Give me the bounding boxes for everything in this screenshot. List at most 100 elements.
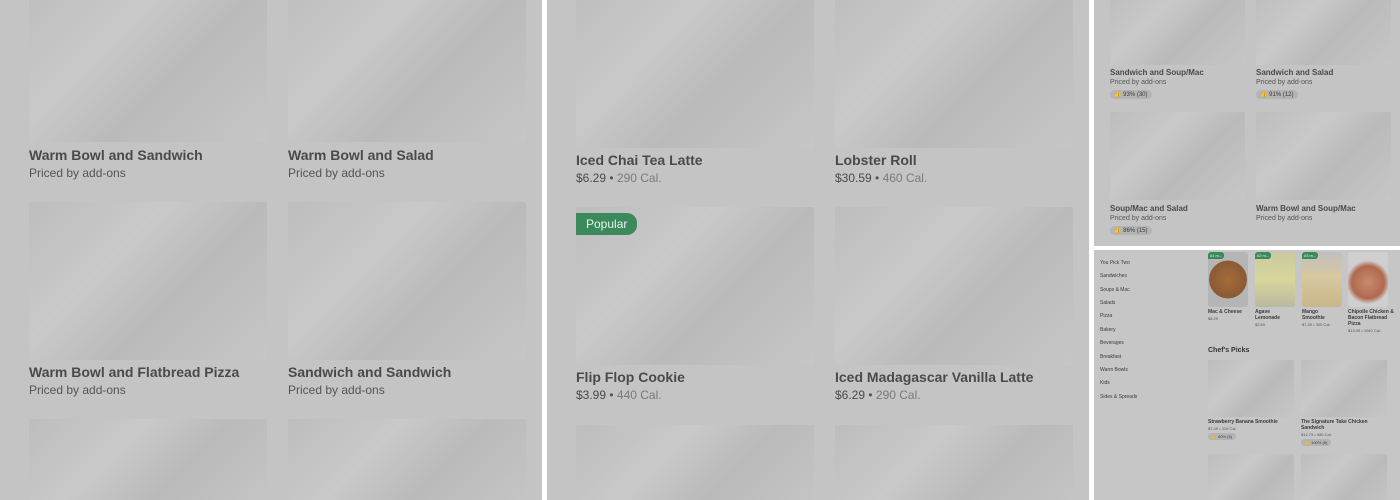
item-image[interactable] <box>835 425 1073 500</box>
nav-item-kids[interactable]: Kids <box>1100 380 1110 386</box>
item-price-text: Priced by add-ons <box>1256 215 1313 222</box>
item-title[interactable]: Soup/Mac and Salad <box>1110 204 1188 213</box>
calories: 460 Cal. <box>882 171 928 185</box>
item-title[interactable]: Mac & Cheese <box>1208 309 1248 315</box>
popular-badge: Popular <box>576 213 638 235</box>
rating-text: 100% (8) <box>1311 440 1328 445</box>
price: $6.29 <box>576 171 607 185</box>
menu-panel-combos: Warm Bowl and Sandwich Priced by add-ons… <box>0 0 542 500</box>
item-price: $12.79 • 980 Cal. <box>1301 432 1332 437</box>
item-image[interactable] <box>1256 0 1391 65</box>
item-price-text: Priced by add-ons <box>288 166 385 180</box>
item-title[interactable]: Lobster Roll <box>835 152 917 168</box>
item-title[interactable]: Sandwich and Salad <box>1256 68 1333 77</box>
item-price: $7.49 • 310 Cal. <box>1208 426 1237 431</box>
nav-item-salads[interactable]: Salads <box>1100 300 1115 306</box>
item-price-text: Priced by add-ons <box>288 383 385 397</box>
nav-item-sandwiches[interactable]: Sandwiches <box>1100 273 1127 279</box>
nav-item-beverages[interactable]: Beverages <box>1100 340 1124 346</box>
item-title[interactable]: Mango Smoothie <box>1302 309 1342 321</box>
item-price: $6.29 • 290 Cal. <box>835 388 921 402</box>
item-image[interactable] <box>1301 454 1387 500</box>
item-price: $3.69 <box>1255 322 1266 327</box>
item-price-text: Priced by add-ons <box>29 166 126 180</box>
menu-panel-pick-two: Sandwich and Soup/Mac Priced by add-ons … <box>1094 0 1400 246</box>
item-price: $6.29 • 290 Cal. <box>576 171 662 185</box>
price: $6.29 <box>835 388 866 402</box>
rating-text: 93% (30) <box>1123 92 1148 98</box>
price: $12.79 <box>1301 432 1314 437</box>
rating-text: 86% (15) <box>1123 228 1148 234</box>
item-image[interactable] <box>576 425 814 500</box>
item-image[interactable] <box>288 202 526 360</box>
item-title[interactable]: Warm Bowl and Soup/Mac <box>1256 204 1356 213</box>
item-image[interactable] <box>29 419 267 500</box>
item-image[interactable] <box>29 202 267 360</box>
calories: 310 Cal. <box>1221 426 1237 431</box>
item-image[interactable] <box>835 207 1073 365</box>
item-image[interactable] <box>1110 112 1245 200</box>
item-image-flatbread[interactable] <box>1348 252 1388 307</box>
calories: 300 Cal. <box>1315 322 1331 327</box>
rating-badge: 👍 93% (30) <box>1110 90 1152 99</box>
price: $7.49 <box>1208 426 1219 431</box>
item-title[interactable]: Warm Bowl and Salad <box>288 147 434 163</box>
item-title[interactable]: Agave Lemonade <box>1255 309 1295 321</box>
thumbs-up-icon: 👍 <box>1114 92 1122 98</box>
nav-item-sides[interactable]: Sides & Spreads <box>1100 394 1137 400</box>
item-image-mac-cheese[interactable]: #1 m... <box>1208 252 1248 307</box>
item-image[interactable] <box>1301 360 1387 417</box>
nav-item-bakery[interactable]: Bakery <box>1100 327 1116 333</box>
item-title[interactable]: Flip Flop Cookie <box>576 369 685 385</box>
price: $3.99 <box>576 388 607 402</box>
item-title[interactable]: Sandwich and Soup/Mac <box>1110 68 1204 77</box>
item-title[interactable]: Chipotle Chicken & Bacon Flatbread Pizza <box>1348 309 1396 327</box>
rating-badge: 👍 86% (15) <box>1110 226 1152 235</box>
thumbs-up-icon: 👍 <box>1114 228 1122 234</box>
nav-item-breakfast[interactable]: Breakfast <box>1100 354 1121 360</box>
price: $7.49 <box>1302 322 1313 327</box>
item-image[interactable] <box>1208 454 1294 500</box>
nav-item-warm-bowls[interactable]: Warm Bowls <box>1100 367 1128 373</box>
item-image[interactable] <box>29 0 267 142</box>
rating-badge: 👍 80% (5) <box>1208 433 1237 440</box>
item-price: $13.09 • 1040 Cal. <box>1348 328 1381 333</box>
menu-panel-items: Iced Chai Tea Latte $6.29 • 290 Cal. Lob… <box>547 0 1089 500</box>
item-price-text: Priced by add-ons <box>1110 215 1167 222</box>
nav-item-soups-mac[interactable]: Soups & Mac <box>1100 287 1130 293</box>
item-image[interactable] <box>288 419 526 500</box>
item-title[interactable]: Warm Bowl and Sandwich <box>29 147 203 163</box>
item-image[interactable] <box>288 0 526 142</box>
nav-item-pizza[interactable]: Pizza <box>1100 313 1112 319</box>
menu-overview-panel: You Pick Two Sandwiches Soups & Mac Sala… <box>1094 250 1400 500</box>
calories: 290 Cal. <box>875 388 921 402</box>
item-image[interactable] <box>1110 0 1245 65</box>
item-price-text: Priced by add-ons <box>29 383 126 397</box>
item-price-text: Priced by add-ons <box>1110 79 1167 86</box>
item-image-smoothie[interactable]: #3 m... <box>1302 252 1342 307</box>
item-price-text: Priced by add-ons <box>1256 79 1313 86</box>
item-title[interactable]: Iced Madagascar Vanilla Latte <box>835 369 1033 385</box>
item-title[interactable]: The Signature Take Chicken Sandwich <box>1301 419 1387 431</box>
rank-tag: #3 m... <box>1302 252 1319 259</box>
rating-badge: 👍 100% (8) <box>1301 439 1332 446</box>
rating-text: 91% (12) <box>1269 92 1294 98</box>
nav-item-you-pick-two[interactable]: You Pick Two <box>1100 260 1130 266</box>
item-image[interactable] <box>835 0 1073 148</box>
item-price: $3.99 • 440 Cal. <box>576 388 662 402</box>
item-title[interactable]: Sandwich and Sandwich <box>288 364 451 380</box>
section-title-chefs-picks: Chef's Picks <box>1208 347 1250 354</box>
rank-tag: #2 m... <box>1255 252 1272 259</box>
item-image[interactable] <box>576 0 814 148</box>
item-image-lemonade[interactable]: #2 m... <box>1255 252 1295 307</box>
calories: 980 Cal. <box>1316 432 1332 437</box>
item-title[interactable]: Iced Chai Tea Latte <box>576 152 703 168</box>
item-title[interactable]: Warm Bowl and Flatbread Pizza <box>29 364 239 380</box>
item-image[interactable] <box>1208 360 1294 417</box>
item-image[interactable] <box>1256 112 1391 200</box>
price: $30.59 <box>835 171 872 185</box>
rank-tag: #1 m... <box>1208 252 1225 259</box>
item-price: $7.49 • 300 Cal. <box>1302 322 1331 327</box>
thumbs-up-icon: 👍 <box>1260 92 1268 98</box>
item-title[interactable]: Strawberry Banana Smoothie <box>1208 419 1294 425</box>
